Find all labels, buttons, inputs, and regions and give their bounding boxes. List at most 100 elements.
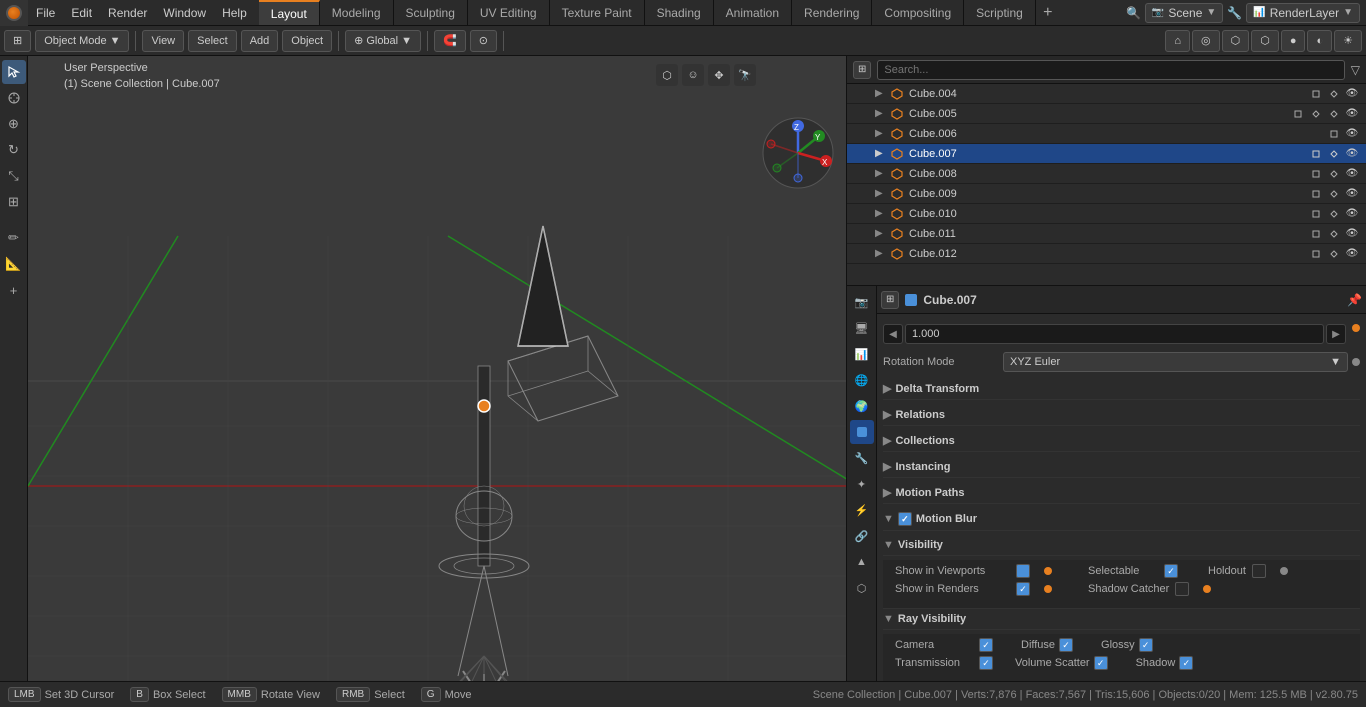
item-visibility-icon[interactable]: 👁	[1344, 206, 1360, 222]
workspace-shading[interactable]: Shading	[645, 0, 714, 25]
menu-file[interactable]: File	[28, 0, 63, 25]
scene-manage-button[interactable]: 🔧	[1227, 6, 1242, 20]
outliner-item-cube006[interactable]: ▶ Cube.006 👁	[847, 124, 1366, 144]
renderlayer-selector[interactable]: 📊 RenderLayer ▼	[1246, 3, 1360, 23]
item-visibility-icon[interactable]: 👁	[1344, 186, 1360, 202]
section-visibility[interactable]: ▼ Visibility	[883, 535, 1360, 556]
item-visibility-icon[interactable]: 👁	[1344, 166, 1360, 182]
section-ray-visibility[interactable]: ▼ Ray Visibility	[883, 609, 1360, 630]
props-icon-material[interactable]: ⬡	[850, 576, 874, 600]
viewport-pan-btn[interactable]: ✥	[708, 64, 730, 86]
item-visibility-icon[interactable]: 👁	[1344, 226, 1360, 242]
workspace-uv-editing[interactable]: UV Editing	[468, 0, 550, 25]
shadow-catcher-checkbox[interactable]	[1175, 582, 1189, 596]
move-tool[interactable]: ⊕	[2, 112, 26, 136]
z-value-input[interactable]: 1.000	[905, 324, 1324, 344]
outliner-item-cube010[interactable]: ▶ Cube.010 👁	[847, 204, 1366, 224]
workspace-animation[interactable]: Animation	[714, 0, 792, 25]
props-icon-physics[interactable]: ⚡	[850, 498, 874, 522]
workspace-scripting[interactable]: Scripting	[964, 0, 1036, 25]
props-pin-icon[interactable]: 📌	[1347, 293, 1362, 307]
motion-blur-enable-checkbox[interactable]: ✓	[898, 512, 912, 526]
props-icon-data[interactable]: ▲	[850, 550, 874, 574]
outliner-item-cube005[interactable]: ▶ Cube.005	[847, 104, 1366, 124]
props-icon-object[interactable]	[850, 420, 874, 444]
menu-render[interactable]: Render	[100, 0, 155, 25]
z-up-btn[interactable]: ▶	[1326, 324, 1346, 344]
search-button[interactable]: 🔍	[1126, 6, 1141, 20]
z-down-btn[interactable]: ◀	[883, 324, 903, 344]
scene-selector[interactable]: 📷 Scene ▼	[1145, 3, 1223, 23]
section-relations[interactable]: ▶ Relations	[883, 404, 1360, 426]
props-icon-constraints[interactable]: 🔗	[850, 524, 874, 548]
mode-selector[interactable]: Object Mode ▼	[35, 30, 129, 52]
cursor-tool[interactable]	[2, 86, 26, 110]
add-cube-tool[interactable]: +	[2, 278, 26, 302]
view-menu[interactable]: View	[142, 30, 184, 52]
add-menu[interactable]: Add	[241, 30, 279, 52]
object-menu[interactable]: Object	[282, 30, 332, 52]
volume-scatter-checkbox[interactable]: ✓	[1094, 656, 1108, 670]
select-tool[interactable]	[2, 60, 26, 84]
outliner-item-cube007[interactable]: ▶ Cube.007 👁	[847, 144, 1366, 164]
workspace-rendering[interactable]: Rendering	[792, 0, 872, 25]
shading-solid[interactable]: ●	[1281, 30, 1306, 52]
transmission-checkbox[interactable]: ✓	[979, 656, 993, 670]
section-collections[interactable]: ▶ Collections	[883, 430, 1360, 452]
glossy-checkbox[interactable]: ✓	[1139, 638, 1153, 652]
editor-type-button[interactable]: ⊞	[4, 30, 31, 52]
item-visibility-icon[interactable]: 👁	[1344, 106, 1360, 122]
scale-tool[interactable]: ⤡	[2, 164, 26, 188]
shading-rendered[interactable]: ☀	[1334, 30, 1362, 52]
props-icon-particles[interactable]: ✦	[850, 472, 874, 496]
outliner-type-btn[interactable]: ⊞	[853, 61, 871, 79]
add-workspace-button[interactable]: +	[1036, 0, 1060, 26]
menu-window[interactable]: Window	[155, 0, 214, 25]
workspace-sculpting[interactable]: Sculpting	[394, 0, 468, 25]
item-visibility-icon[interactable]: 👁	[1344, 126, 1360, 142]
outliner-search[interactable]	[877, 60, 1344, 80]
props-icon-modifiers[interactable]: 🔧	[850, 446, 874, 470]
workspace-layout[interactable]: Layout	[259, 0, 320, 25]
props-icon-scene[interactable]: 🌐	[850, 368, 874, 392]
section-motion-paths[interactable]: ▶ Motion Paths	[883, 482, 1360, 504]
menu-edit[interactable]: Edit	[63, 0, 100, 25]
overlay-btn[interactable]: ◎	[1192, 30, 1220, 52]
proportional-edit[interactable]: ⊙	[470, 30, 497, 52]
show-viewports-checkbox[interactable]	[1016, 564, 1030, 578]
outliner-item-cube011[interactable]: ▶ Cube.011 👁	[847, 224, 1366, 244]
holdout-checkbox[interactable]	[1252, 564, 1266, 578]
workspace-compositing[interactable]: Compositing	[872, 0, 964, 25]
outliner-item-cube004[interactable]: ▶ Cube.004 👁	[847, 84, 1366, 104]
workspace-texture-paint[interactable]: Texture Paint	[550, 0, 645, 25]
viewport-face-btn[interactable]: ☺	[682, 64, 704, 86]
annotate-tool[interactable]: ✏	[2, 226, 26, 250]
select-menu[interactable]: Select	[188, 30, 237, 52]
outliner-item-cube009[interactable]: ▶ Cube.009 👁	[847, 184, 1366, 204]
show-renders-checkbox[interactable]: ✓	[1016, 582, 1030, 596]
shading-material[interactable]: ◐	[1307, 30, 1332, 52]
props-icon-render[interactable]: 📷	[850, 290, 874, 314]
outliner-item-cube008[interactable]: ▶ Cube.008 👁	[847, 164, 1366, 184]
props-icon-output[interactable]: 🖥	[850, 316, 874, 340]
viewport[interactable]: User Perspective (1) Scene Collection | …	[28, 56, 846, 681]
diffuse-checkbox[interactable]: ✓	[1059, 638, 1073, 652]
rotate-tool[interactable]: ↻	[2, 138, 26, 162]
xray-btn[interactable]: ⬡	[1222, 30, 1250, 52]
axis-gizmo[interactable]: Z Y X	[761, 116, 836, 191]
item-visibility-icon[interactable]: 👁	[1344, 246, 1360, 262]
props-icon-view-layer[interactable]: 📊	[850, 342, 874, 366]
props-icon-world[interactable]: 🌍	[850, 394, 874, 418]
workspace-modeling[interactable]: Modeling	[320, 0, 394, 25]
rotation-mode-dropdown[interactable]: XYZ Euler ▼	[1003, 352, 1348, 372]
viewport-gizmos[interactable]: ⌂	[1165, 30, 1190, 52]
camera-ray-checkbox[interactable]: ✓	[979, 638, 993, 652]
transform-orientation[interactable]: ⊕ Global ▼	[345, 30, 421, 52]
selectable-checkbox[interactable]: ✓	[1164, 564, 1178, 578]
section-delta-transform[interactable]: ▶ Delta Transform	[883, 378, 1360, 400]
item-visibility-icon[interactable]: 👁	[1344, 86, 1360, 102]
section-instancing[interactable]: ▶ Instancing	[883, 456, 1360, 478]
props-type-btn[interactable]: ⊞	[881, 291, 899, 309]
outliner-filter-btn[interactable]: ▽	[1351, 63, 1360, 77]
measure-tool[interactable]: 📐	[2, 252, 26, 276]
